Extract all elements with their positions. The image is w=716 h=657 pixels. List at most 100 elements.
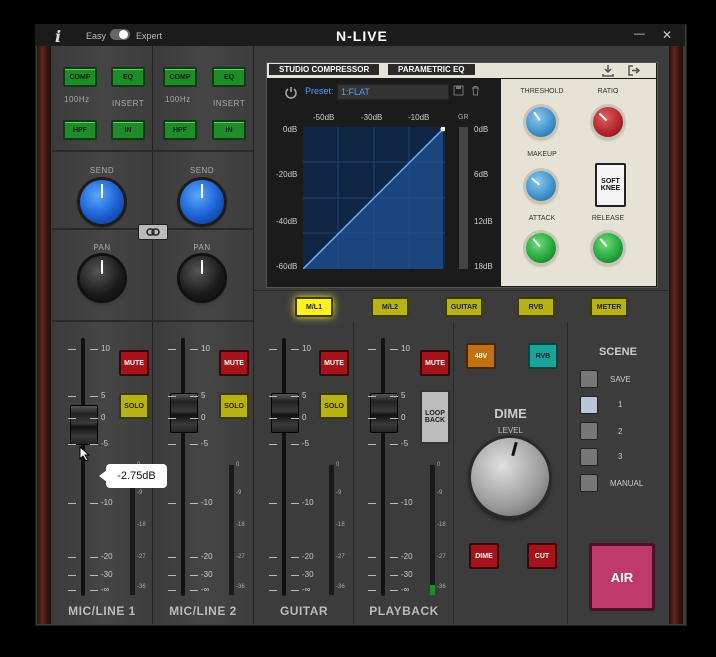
cut-button[interactable]: CUT (527, 543, 557, 569)
ch1-hpf-button[interactable]: HPF (63, 120, 97, 140)
y-tick: -20dB (276, 170, 298, 179)
dime-button[interactable]: DIME (469, 543, 499, 569)
fader-tick-mark (291, 575, 299, 576)
scene-3-label: 3 (618, 452, 623, 461)
ch3-solo-button[interactable]: SOLO (319, 393, 349, 419)
ch1-pan-knob[interactable] (80, 256, 124, 300)
toggle-thumb (119, 30, 128, 39)
fader-scale-label: 10 (302, 344, 311, 353)
ch2-eq-button[interactable]: EQ (212, 67, 246, 87)
fader-tick-mark (368, 557, 376, 558)
trash-icon[interactable] (470, 85, 481, 96)
info-icon[interactable]: i (55, 27, 61, 46)
meter-scale-label: -36 (137, 584, 146, 590)
ch1-insert-in-button[interactable]: IN (111, 120, 145, 140)
fader-scale-label: 0 (302, 413, 307, 422)
ch3-name: GUITAR (279, 604, 329, 618)
attack-knob[interactable] (526, 233, 556, 263)
ch1-mute-button[interactable]: MUTE (119, 350, 149, 376)
knob-indicator (598, 112, 608, 122)
fader-scale-label: 5 (302, 391, 307, 400)
fader-value-tooltip: -2.75dB (106, 464, 167, 488)
ch4-mute-button[interactable]: MUTE (420, 350, 450, 376)
gr-label: GR (458, 114, 469, 121)
fader-tick-mark (368, 396, 376, 397)
rvb-button[interactable]: RVB (528, 343, 558, 369)
threshold-knob[interactable] (526, 107, 556, 137)
phantom-48v-button[interactable]: 48V (466, 343, 496, 369)
route-ml2-button[interactable]: M/L2 (371, 297, 409, 317)
knob-indicator (101, 260, 103, 274)
ch1-solo-button[interactable]: SOLO (119, 393, 149, 419)
level-label: LEVEL (498, 426, 523, 435)
power-icon[interactable] (284, 85, 298, 99)
makeup-knob[interactable] (526, 171, 556, 201)
minimize-icon[interactable]: — (634, 28, 645, 40)
ch2-hpf-button[interactable]: HPF (163, 120, 197, 140)
fader-scale-label: -10 (101, 498, 113, 507)
fader-tick-mark (269, 349, 277, 350)
scene-title: SCENE (599, 346, 637, 358)
scene-1-label: 1 (618, 400, 623, 409)
fader-tick-mark (168, 575, 176, 576)
knob-indicator (201, 260, 203, 274)
ch2-comp-button[interactable]: COMP (163, 67, 197, 87)
ch1-comp-button[interactable]: COMP (63, 67, 97, 87)
save-icon[interactable] (453, 85, 464, 96)
ch1-pan-label: PAN (93, 243, 111, 252)
soft-knee-button[interactable]: SOFT KNEE (595, 163, 626, 207)
tab-parametric-eq[interactable]: PARAMETRIC EQ (388, 64, 475, 75)
section-divider (52, 320, 253, 322)
ch1-eq-button[interactable]: EQ (111, 67, 145, 87)
strip-divider (567, 322, 568, 624)
knob-indicator (599, 238, 608, 248)
route-meter-button[interactable]: METER (590, 297, 628, 317)
export-icon[interactable] (627, 64, 641, 77)
release-knob[interactable] (593, 233, 623, 263)
scene-3-button[interactable] (580, 448, 598, 466)
ch2-insert-in-button[interactable]: IN (212, 120, 246, 140)
fader-tick-mark (190, 575, 198, 576)
ch2-mute-button[interactable]: MUTE (219, 350, 249, 376)
fader-tick-mark (368, 575, 376, 576)
fader-tick-mark (90, 444, 98, 445)
ch1-send-knob[interactable] (80, 180, 124, 224)
ch3-mute-button[interactable]: MUTE (319, 350, 349, 376)
ch2-pan-knob[interactable] (180, 256, 224, 300)
fader-scale-label: -∞ (302, 585, 311, 594)
dime-level-knob[interactable] (471, 438, 549, 516)
meter-scale-label: -36 (336, 584, 345, 590)
ch1-fader-cap[interactable] (70, 405, 98, 445)
preset-value: 1:FLAT (341, 87, 370, 97)
scene-1-button[interactable] (580, 396, 598, 414)
mode-toggle[interactable] (110, 29, 130, 40)
ch3-fader-track (282, 338, 286, 596)
ch3-meter (329, 465, 334, 595)
scene-2-button[interactable] (580, 422, 598, 440)
loopback-button[interactable]: LOOP BACK (420, 390, 450, 444)
scene-manual-button[interactable] (580, 474, 598, 492)
download-icon[interactable] (601, 64, 615, 77)
ratio-knob[interactable] (593, 107, 623, 137)
close-icon[interactable]: ✕ (662, 28, 672, 42)
meter-scale-label: 0 (437, 462, 441, 468)
ch3-fader-cap[interactable] (271, 393, 299, 433)
tab-studio-compressor[interactable]: STUDIO COMPRESSOR (269, 64, 380, 75)
route-rvb-button[interactable]: RVB (517, 297, 555, 317)
air-button[interactable]: AIR (589, 543, 655, 611)
stereo-link-button[interactable] (138, 224, 168, 240)
route-ml1-button[interactable]: M/L1 (295, 297, 333, 317)
fader-tick-mark (68, 418, 76, 419)
cursor-icon (79, 446, 91, 462)
ch2-fader-cap[interactable] (170, 393, 198, 433)
fader-scale-label: -20 (401, 552, 413, 561)
route-guitar-button[interactable]: GUITAR (445, 297, 483, 317)
ch2-solo-button[interactable]: SOLO (219, 393, 249, 419)
fader-tick-mark (390, 557, 398, 558)
ch2-send-knob[interactable] (180, 180, 224, 224)
ch4-fader-cap[interactable] (370, 393, 398, 433)
fader-tick-mark (168, 590, 176, 591)
preset-select[interactable]: 1:FLAT (337, 84, 449, 100)
tooltip-arrow (99, 470, 107, 482)
scene-save-button[interactable] (580, 370, 598, 388)
